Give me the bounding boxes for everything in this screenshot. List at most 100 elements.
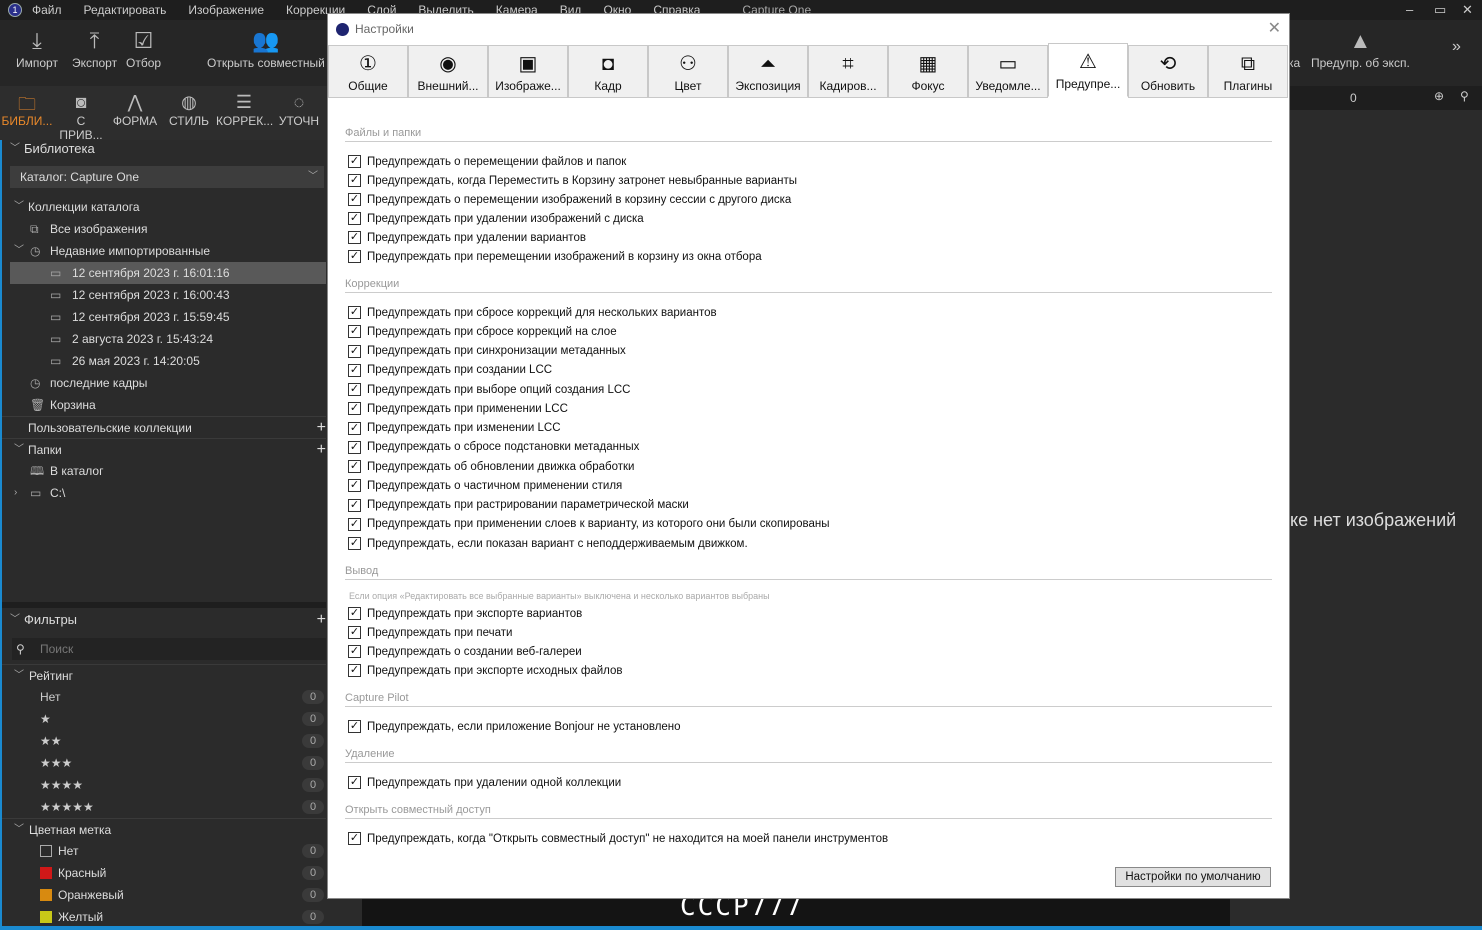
warning-checkbox[interactable]: ✓ Предупреждать при удалении изображений … (345, 209, 1272, 228)
menu-file[interactable]: Файл (32, 3, 62, 17)
tab-5[interactable]: ⏶ Экспозиция (728, 45, 808, 98)
drive-c[interactable]: › ▭ C:\ (2, 482, 326, 504)
tab-7[interactable]: ▦ Фокус (888, 45, 968, 98)
rating-filter-row[interactable]: ★★★ 0 (2, 752, 326, 774)
color-filter-row[interactable]: Нет 0 (2, 840, 326, 862)
add-folder-button[interactable]: + (317, 439, 326, 461)
checkbox-label: Предупреждать об обновлении движка обраб… (367, 460, 635, 473)
warning-checkbox[interactable]: ✓ Предупреждать, когда Переместить в Корз… (345, 171, 1272, 190)
select-button[interactable]: ☑ Отбор (126, 28, 161, 70)
warning-checkbox[interactable]: ✓ Предупреждать при изменении LCC (345, 419, 1272, 438)
menu-edit[interactable]: Редактировать (84, 3, 167, 17)
tab-6[interactable]: ⌗ Кадиров... (808, 45, 888, 98)
tooltab-library[interactable]: 🗀 БИБЛИ... (0, 86, 54, 140)
user-collections[interactable]: Пользовательские коллекции + (2, 416, 326, 438)
warnings-content: Файлы и папки ✓ Предупреждать о перемещени… (345, 111, 1272, 857)
rating-filter-row[interactable]: ★★★★ 0 (2, 774, 326, 796)
catalog-dropdown[interactable]: Каталог: Capture One ﹀ (10, 166, 324, 188)
warning-checkbox[interactable]: ✓ Предупреждать при выборе опций создания… (345, 380, 1272, 399)
warning-checkbox[interactable]: ✓ Предупреждать, если приложение Bonjour … (345, 717, 1272, 736)
tooltab-lens[interactable]: ⋀ ФОРМА (108, 86, 162, 140)
trash[interactable]: 🗑 Корзина (2, 394, 326, 416)
library-header[interactable]: ﹀ Библиотека (2, 138, 326, 160)
add-filter-button[interactable]: + (317, 609, 326, 631)
filters-header[interactable]: ﹀ Фильтры + (2, 609, 326, 631)
warning-checkbox[interactable]: ✓ Предупреждать при создании LCC (345, 361, 1272, 380)
minimize-button[interactable]: – (1406, 2, 1413, 17)
tab-4[interactable]: ⚇ Цвет (648, 45, 728, 98)
add-collection-button[interactable]: + (317, 417, 326, 439)
import-item[interactable]: ▭ 12 сентября 2023 г. 16:01:16 (10, 262, 326, 284)
rating-filter-row[interactable]: Нет 0 (2, 686, 326, 708)
warning-checkbox[interactable]: ✓ Предупреждать при применении LCC (345, 399, 1272, 418)
export-button[interactable]: ⤒ Экспорт (72, 28, 117, 70)
recent-imports[interactable]: ﹀ ◷ Недавние импортированные (2, 240, 326, 262)
recent-captures[interactable]: ◷ последние кадры (2, 372, 326, 394)
warning-checkbox[interactable]: ✓ Предупреждать об обновлении движка обра… (345, 457, 1272, 476)
color-filter-row[interactable]: Красный 0 (2, 862, 326, 884)
checkbox-label: Предупреждать при удалении одной коллекц… (367, 776, 622, 789)
warning-checkbox[interactable]: ✓ Предупреждать о создании веб-галереи (345, 642, 1272, 661)
warning-checkbox[interactable]: ✓ Предупреждать о перемещении изображений… (345, 190, 1272, 209)
warning-checkbox[interactable]: ✓ Предупреждать при экспорте исходных фай… (345, 661, 1272, 680)
import-item[interactable]: ▭ 26 мая 2023 г. 14:20:05 (2, 350, 326, 372)
tooltab-capture[interactable]: ◙ С ПРИВ... (54, 86, 108, 142)
folders[interactable]: ﹀ Папки + (2, 438, 326, 460)
color-swatch (40, 845, 52, 857)
warning-checkbox[interactable]: ✓ Предупреждать при удалении одной коллек… (345, 773, 1272, 792)
more-tools-button[interactable]: » (1452, 38, 1461, 56)
menu-image[interactable]: Изображение (188, 3, 264, 17)
section-note: Если опция «Редактировать все выбранные … (349, 591, 770, 602)
tab-8[interactable]: ▭ Уведомле... (968, 45, 1048, 98)
tooltab-details[interactable]: ◌ УТОЧН (272, 86, 326, 140)
color-filter-row[interactable]: Желтый 0 (2, 906, 326, 928)
warning-checkbox[interactable]: ✓ Предупреждать при удалении вариантов (345, 228, 1272, 247)
rating-filter-row[interactable]: ★ 0 (2, 708, 326, 730)
tab-2[interactable]: ▣ Изображе... (488, 45, 568, 98)
warning-checkbox[interactable]: ✓ Предупреждать при сбросе коррекций на с… (345, 322, 1272, 341)
section-header: Удаление (345, 745, 1272, 764)
warning-checkbox[interactable]: ✓ Предупреждать при печати (345, 623, 1272, 642)
warning-checkbox[interactable]: ✓ Предупреждать при сбросе коррекций для … (345, 303, 1272, 322)
warning-checkbox[interactable]: ✓ Предупреждать, если показан вариант с н… (345, 534, 1272, 553)
close-dialog-button[interactable]: ✕ (1268, 18, 1281, 38)
import-item[interactable]: ▭ 12 сентября 2023 г. 16:00:43 (2, 284, 326, 306)
exposure-warning-button[interactable]: ▲ Предупр. об эксп. (1311, 28, 1410, 70)
zoom-in-icon[interactable]: ⊕ (1434, 89, 1444, 103)
share-button[interactable]: 👥 Открыть совместный (207, 28, 325, 70)
restore-defaults-button[interactable]: Настройки по умолчанию (1115, 867, 1271, 887)
checkbox-label: Предупреждать при сбросе коррекций для н… (367, 306, 717, 319)
tab-3[interactable]: ◘ Кадр (568, 45, 648, 98)
tab-0[interactable]: ① Общие (328, 45, 408, 98)
close-window-button[interactable]: ✕ (1462, 2, 1473, 18)
warning-checkbox[interactable]: ✓ Предупреждать при экспорте вариантов (345, 604, 1272, 623)
maximize-button[interactable]: ▭ (1434, 2, 1446, 18)
filter-search-input[interactable]: ⚲ Поиск (12, 638, 326, 660)
warning-checkbox[interactable]: ✓ Предупреждать при перемещении изображен… (345, 247, 1272, 266)
warning-checkbox[interactable]: ✓ Предупреждать при синхронизации метадан… (345, 342, 1272, 361)
warning-checkbox[interactable]: ✓ Предупреждать при применении слоев к ва… (345, 515, 1272, 534)
rating-filter-row[interactable]: ★★★★★ 0 (2, 796, 326, 818)
import-button[interactable]: ⤓ Импорт (16, 28, 58, 70)
catalog-collections[interactable]: ﹀ Коллекции каталога (2, 196, 326, 218)
import-item[interactable]: ▭ 2 августа 2023 г. 15:43:24 (2, 328, 326, 350)
in-catalog[interactable]: 🕮 В каталог (2, 460, 326, 482)
search-icon[interactable]: ⚲ (1460, 89, 1469, 103)
warning-checkbox[interactable]: ✓ Предупреждать о частичном применении ст… (345, 476, 1272, 495)
tooltab-adjustments[interactable]: ☰ КОРРЕК... (216, 86, 273, 140)
warning-checkbox[interactable]: ✓ Предупреждать при растрировании парамет… (345, 496, 1272, 515)
tab-11[interactable]: ⧉ Плагины (1208, 45, 1288, 98)
color-label-header[interactable]: ﹀ Цветная метка (2, 818, 326, 840)
tab-1[interactable]: ◉ Внешний... (408, 45, 488, 98)
warning-checkbox[interactable]: ✓ Предупреждать о сбросе подстановки мета… (345, 438, 1272, 457)
rating-header[interactable]: ﹀ Рейтинг (2, 664, 326, 686)
tab-10[interactable]: ⟲ Обновить (1128, 45, 1208, 98)
warning-checkbox[interactable]: ✓ Предупреждать о перемещении файлов и па… (345, 152, 1272, 171)
tooltab-style[interactable]: ◍ СТИЛЬ (162, 86, 216, 140)
rating-filter-row[interactable]: ★★ 0 (2, 730, 326, 752)
color-filter-row[interactable]: Оранжевый 0 (2, 884, 326, 906)
import-item[interactable]: ▭ 12 сентября 2023 г. 15:59:45 (2, 306, 326, 328)
all-images[interactable]: ⧉ Все изображения (2, 218, 326, 240)
warning-checkbox[interactable]: ✓ Предупреждать, когда "Открыть совместны… (345, 829, 1272, 848)
tab-9[interactable]: ⚠ Предупре... (1048, 43, 1128, 97)
